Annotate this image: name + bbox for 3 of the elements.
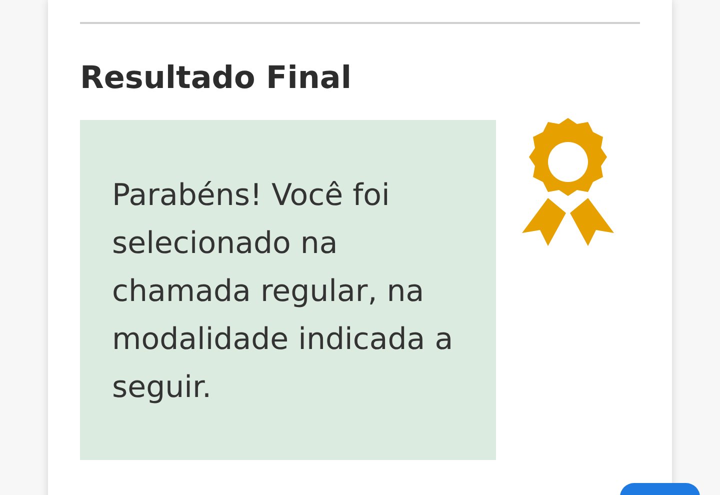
result-message: Parabéns! Você foi selecionado na chamada regular, na modalidade indicada a seguir. [80,120,496,460]
award-ribbon-icon [520,118,616,248]
section-title: Resultado Final [80,59,352,98]
